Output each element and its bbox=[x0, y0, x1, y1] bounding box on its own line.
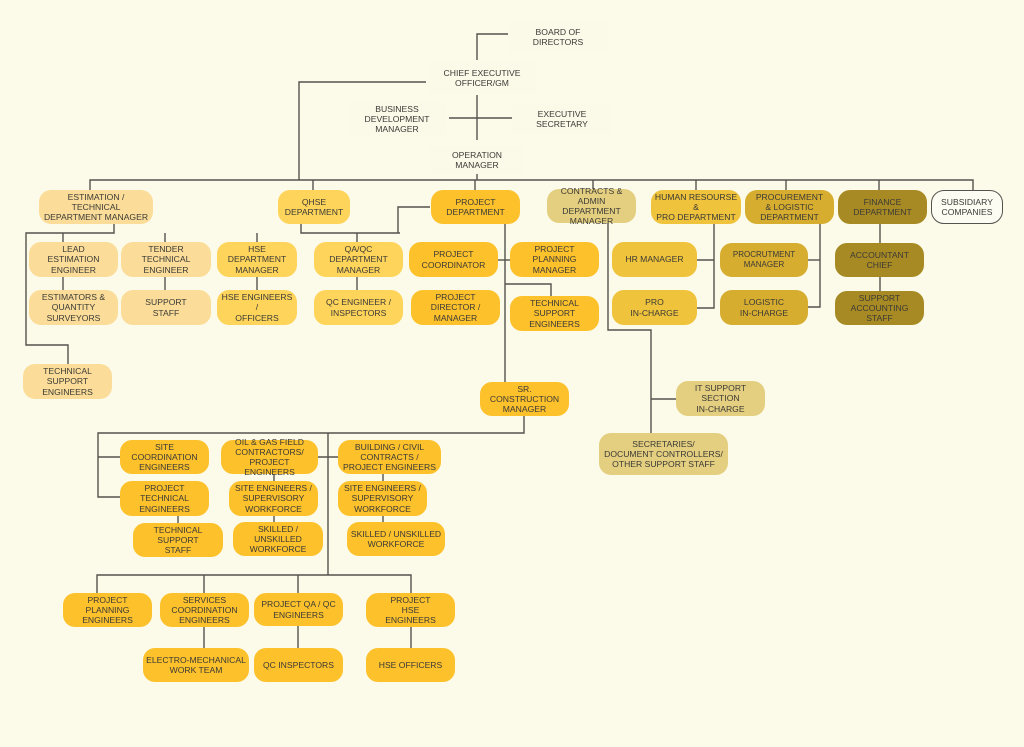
contracts-admin-department-manager[interactable]: CONTRACTS & ADMIN DEPARTMENT MANAGER bbox=[547, 186, 636, 226]
tender-technical-engineer[interactable]: TENDER TECHNICAL ENGINEER bbox=[121, 242, 211, 277]
human-resource-pro-department[interactable]: HUMAN RESOURSE & PRO DEPARTMENT bbox=[651, 190, 741, 224]
subsidiary-companies[interactable]: SUBSIDIARY COMPANIES bbox=[931, 190, 1003, 224]
procurement-manager[interactable]: PROCRUTMENT MANAGER bbox=[720, 243, 808, 277]
project-hse-engineers[interactable]: PROJECT HSE ENGINEERS bbox=[366, 593, 455, 627]
connector-bottom-bar bbox=[96, 574, 412, 593]
qc-engineer-inspectors[interactable]: QC ENGINEER / INSPECTORS bbox=[314, 290, 403, 325]
connector-qhse-children bbox=[300, 224, 400, 234]
finance-department[interactable]: FINANCE DEPARTMENT bbox=[838, 190, 927, 224]
business-development-manager[interactable]: BUSINESS DEVELOPMENT MANAGER bbox=[348, 102, 446, 136]
site-coordination-engineers[interactable]: SITE COORDINATION ENGINEERS bbox=[120, 440, 209, 474]
oil-gas-field-contractors[interactable]: OIL & GAS FIELD CONTRACTORS/ PROJECT ENG… bbox=[221, 437, 318, 477]
connector-procurement-children bbox=[808, 223, 821, 308]
sr-construction-manager[interactable]: SR. CONSTRUCTION MANAGER bbox=[480, 382, 569, 416]
hse-engineers-officers[interactable]: HSE ENGINEERS / OFFICERS bbox=[217, 290, 297, 325]
hse-department-manager[interactable]: HSE DEPARTMENT MANAGER bbox=[217, 242, 297, 277]
technical-support-staff[interactable]: TECHNICAL SUPPORT STAFF bbox=[133, 523, 223, 557]
it-support-section-in-charge[interactable]: IT SUPPORT SECTION IN-CHARGE bbox=[676, 381, 765, 416]
qc-inspectors[interactable]: QC INSPECTORS bbox=[254, 648, 343, 682]
project-planning-manager[interactable]: PROJECT PLANNING MANAGER bbox=[510, 242, 599, 277]
project-technical-engineers[interactable]: PROJECT TECHNICAL ENGINEERS bbox=[120, 481, 209, 516]
estimators-quantity-surveyors[interactable]: ESTIMATORS & QUANTITY SURVEYORS bbox=[29, 290, 118, 325]
connector-qhse-project bbox=[397, 206, 430, 233]
hr-manager[interactable]: HR MANAGER bbox=[612, 242, 697, 277]
procurement-logistic-department[interactable]: PROCUREMENT & LOGISTIC DEPARTMENT bbox=[745, 190, 834, 224]
oil-gas-site-engineers[interactable]: SITE ENGINEERS / SUPERVISORY WORKFORCE bbox=[229, 481, 318, 516]
connector-tech-support bbox=[505, 283, 552, 296]
project-department[interactable]: PROJECT DEPARTMENT bbox=[431, 190, 520, 224]
qaqc-department-manager[interactable]: QA/QC DEPARTMENT MANAGER bbox=[314, 242, 403, 277]
accountant-chief[interactable]: ACCOUNTANT CHIEF bbox=[835, 243, 924, 277]
oil-gas-skilled-unskilled-workforce[interactable]: SKILLED / UNSKILLED WORKFORCE bbox=[233, 522, 323, 556]
chief-executive-officer[interactable]: CHIEF EXECUTIVE OFFICER/GM bbox=[428, 62, 536, 94]
estimation-department-manager[interactable]: ESTIMATION / TECHNICAL DEPARTMENT MANAGE… bbox=[39, 190, 153, 224]
qhse-department[interactable]: QHSE DEPARTMENT bbox=[278, 190, 350, 224]
services-coordination-engineers[interactable]: SERVICES COORDINATION ENGINEERS bbox=[160, 593, 249, 627]
hse-officers[interactable]: HSE OFFICERS bbox=[366, 648, 455, 682]
building-skilled-unskilled-workforce[interactable]: SKILLED / UNSKILLED WORKFORCE bbox=[347, 522, 445, 556]
lead-estimation-engineer[interactable]: LEAD ESTIMATION ENGINEER bbox=[29, 242, 118, 277]
project-coordinator[interactable]: PROJECT COORDINATOR bbox=[409, 242, 498, 277]
estimation-technical-support-engineers[interactable]: TECHNICAL SUPPORT ENGINEERS bbox=[23, 364, 112, 399]
project-director-manager[interactable]: PROJECT DIRECTOR / MANAGER bbox=[411, 290, 500, 325]
connector-hr-children bbox=[697, 223, 715, 309]
project-technical-support-engineers[interactable]: TECHNICAL SUPPORT ENGINEERS bbox=[510, 296, 599, 331]
pro-in-charge[interactable]: PRO IN-CHARGE bbox=[612, 290, 697, 325]
project-planning-engineers[interactable]: PROJECT PLANNING ENGINEERS bbox=[63, 593, 152, 627]
connector-board-ceo bbox=[476, 33, 510, 60]
estimation-support-staff[interactable]: SUPPORT STAFF bbox=[121, 290, 211, 325]
logistic-in-charge[interactable]: LOGISTIC IN-CHARGE bbox=[720, 290, 808, 325]
board-of-directors[interactable]: BOARD OF DIRECTORS bbox=[508, 22, 608, 52]
operation-manager[interactable]: OPERATION MANAGER bbox=[430, 146, 524, 174]
building-site-engineers[interactable]: SITE ENGINEERS / SUPERVISORY WORKFORCE bbox=[338, 481, 427, 516]
secretaries-document-controllers[interactable]: SECRETARIES/ DOCUMENT CONTROLLERS/ OTHER… bbox=[599, 433, 728, 475]
project-qaqc-engineers[interactable]: PROJECT QA / QC ENGINEERS bbox=[254, 593, 343, 626]
main-department-bar bbox=[89, 179, 974, 190]
support-accounting-staff[interactable]: SUPPORT ACCOUNTING STAFF bbox=[835, 291, 924, 325]
building-civil-contracts[interactable]: BUILDING / CIVIL CONTRACTS / PROJECT ENG… bbox=[338, 440, 441, 474]
executive-secretary[interactable]: EXECUTIVE SECRETARY bbox=[512, 104, 612, 134]
electro-mechanical-work-team[interactable]: ELECTRO-MECHANICAL WORK TEAM bbox=[143, 648, 249, 682]
